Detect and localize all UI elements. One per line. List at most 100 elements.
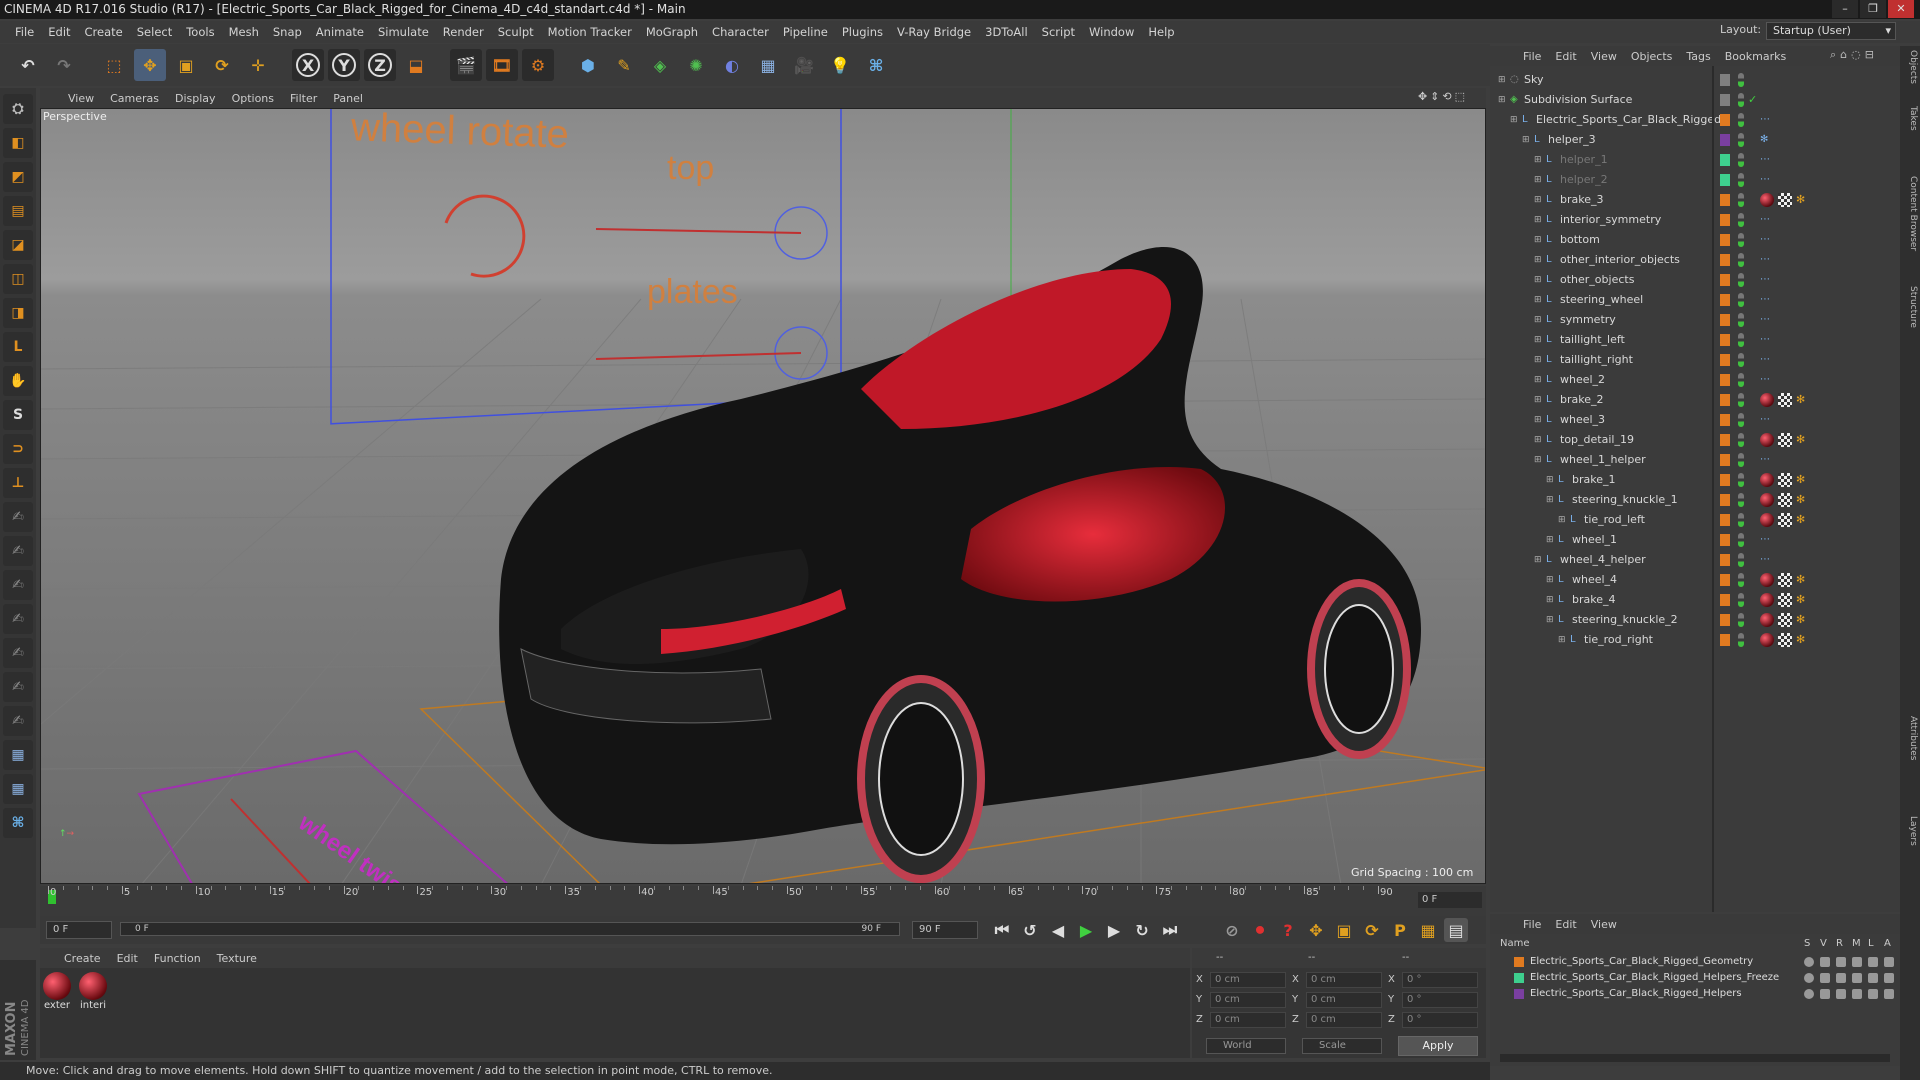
visibility-toggle-icon[interactable] xyxy=(1738,133,1744,147)
texture-tag-icon[interactable] xyxy=(1778,473,1792,487)
expand-toggle-icon[interactable]: ⊞ xyxy=(1558,630,1566,650)
visibility-toggle-icon[interactable] xyxy=(1738,213,1744,227)
camera-object-button[interactable]: 🎥 xyxy=(788,49,820,81)
subdivision-button[interactable]: ◈ xyxy=(644,49,676,81)
layer-color-swatch[interactable] xyxy=(1720,174,1730,186)
object-row[interactable]: ⊞ Ltaillight_right ⋯ xyxy=(1490,350,1900,370)
sculpt-smooth-icon[interactable]: ✍ xyxy=(3,570,33,600)
visibility-toggle-icon[interactable] xyxy=(1738,413,1744,427)
object-row[interactable]: ⊞ Lbrake_2 ✻ xyxy=(1490,390,1900,410)
layer-menu-view[interactable]: View xyxy=(1584,918,1624,931)
visibility-toggle-icon[interactable] xyxy=(1738,73,1744,87)
texture-tag-icon[interactable] xyxy=(1778,193,1792,207)
sculpt-pinch-icon[interactable]: ✍ xyxy=(3,672,33,702)
edges-mode-icon[interactable]: ◫ xyxy=(3,264,33,294)
layer-color-swatch[interactable] xyxy=(1720,254,1730,266)
object-row[interactable]: ⊞ Lbrake_1 ✻ xyxy=(1490,470,1900,490)
object-row[interactable]: ⊞ ◌ Sky xyxy=(1490,70,1900,90)
viewport-menu-display[interactable]: Display xyxy=(167,92,224,105)
protection-tag-icon[interactable]: ✻ xyxy=(1796,630,1805,650)
object-row[interactable]: ⊞ Lhelper_2 ⋯ xyxy=(1490,170,1900,190)
tag-icon[interactable]: ⋯ xyxy=(1760,290,1770,310)
menu-pipeline[interactable]: Pipeline xyxy=(776,25,835,39)
texture-tag-icon[interactable] xyxy=(1778,513,1792,527)
texture-tag-icon[interactable] xyxy=(1778,633,1792,647)
scale-tool-button[interactable]: ▣ xyxy=(170,49,202,81)
make-editable-icon[interactable]: ⛭ xyxy=(3,94,33,124)
material-tag-icon[interactable] xyxy=(1760,573,1774,587)
menu-simulate[interactable]: Simulate xyxy=(371,25,436,39)
object-row[interactable]: ⊞ Lhelper_1 ⋯ xyxy=(1490,150,1900,170)
material-swatch[interactable]: exter xyxy=(42,972,72,1011)
key-pla-button[interactable]: ▦ xyxy=(1416,918,1440,942)
x-axis-button[interactable]: X xyxy=(292,49,324,81)
expand-toggle-icon[interactable]: ⊞ xyxy=(1534,150,1542,170)
key-scale-button[interactable]: ▣ xyxy=(1332,918,1356,942)
view-toggle-icon[interactable] xyxy=(1820,957,1830,967)
grid-snap-icon[interactable]: ▦ xyxy=(3,740,33,770)
visibility-toggle-icon[interactable] xyxy=(1738,93,1744,107)
visibility-toggle-icon[interactable] xyxy=(1738,613,1744,627)
expand-toggle-icon[interactable]: ⊞ xyxy=(1534,210,1542,230)
coord-value-field[interactable]: 0 cm xyxy=(1210,972,1286,988)
layer-color-swatch[interactable] xyxy=(1514,989,1524,999)
go-to-end-button[interactable]: ⏭ xyxy=(1158,918,1182,942)
python-button[interactable]: ⌘ xyxy=(860,49,892,81)
python-icon[interactable]: ⌘ xyxy=(3,808,33,838)
layer-color-swatch[interactable] xyxy=(1720,94,1730,106)
cube-object-button[interactable]: ⬢ xyxy=(572,49,604,81)
protection-tag-icon[interactable]: ✻ xyxy=(1796,570,1805,590)
visibility-toggle-icon[interactable] xyxy=(1738,453,1744,467)
visibility-toggle-icon[interactable] xyxy=(1738,113,1744,127)
material-tag-icon[interactable] xyxy=(1760,633,1774,647)
material-tag-icon[interactable] xyxy=(1760,513,1774,527)
layer-color-swatch[interactable] xyxy=(1720,214,1730,226)
object-row[interactable]: ⊞ Lother_interior_objects ⋯ xyxy=(1490,250,1900,270)
material-swatch[interactable]: interi xyxy=(78,972,108,1011)
expand-toggle-icon[interactable]: ⊞ xyxy=(1498,70,1506,90)
object-row[interactable]: ⊞ Lwheel_2 ⋯ xyxy=(1490,370,1900,390)
menu-tools[interactable]: Tools xyxy=(179,25,221,39)
menu-file[interactable]: File xyxy=(8,25,41,39)
apply-button[interactable]: Apply xyxy=(1398,1036,1478,1056)
lock-toggle-icon[interactable] xyxy=(1868,973,1878,983)
render-settings-button[interactable]: ⚙ xyxy=(522,49,554,81)
viewport-3d[interactable]: Perspective wheel rotate top plates whee… xyxy=(40,108,1486,884)
material-menu-texture[interactable]: Texture xyxy=(209,952,265,965)
manager-toggle-icon[interactable] xyxy=(1852,973,1862,983)
layer-color-swatch[interactable] xyxy=(1720,434,1730,446)
tag-icon[interactable]: ⋯ xyxy=(1760,530,1770,550)
expand-toggle-icon[interactable]: ⊞ xyxy=(1534,230,1542,250)
protection-tag-icon[interactable]: ✻ xyxy=(1796,430,1805,450)
viewport-menu-panel[interactable]: Panel xyxy=(325,92,371,105)
menu-motion-tracker[interactable]: Motion Tracker xyxy=(541,25,639,39)
object-row[interactable]: ⊞ Lbottom ⋯ xyxy=(1490,230,1900,250)
start-frame-field[interactable]: 0 F xyxy=(46,921,112,939)
menu-sculpt[interactable]: Sculpt xyxy=(491,25,541,39)
protection-tag-icon[interactable]: ✻ xyxy=(1796,610,1805,630)
visibility-toggle-icon[interactable] xyxy=(1738,313,1744,327)
visibility-toggle-icon[interactable] xyxy=(1738,273,1744,287)
camera-label[interactable]: Perspective xyxy=(43,110,107,123)
object-row[interactable]: ⊞ Lsteering_knuckle_2 ✻ xyxy=(1490,610,1900,630)
light-object-button[interactable]: 💡 xyxy=(824,49,856,81)
sculpt-inflate-icon[interactable]: ✍ xyxy=(3,638,33,668)
animation-toggle-icon[interactable] xyxy=(1884,957,1894,967)
grid-snap-2-icon[interactable]: ▦ xyxy=(3,774,33,804)
tag-icon[interactable]: ✻ xyxy=(1760,130,1768,150)
tag-icon[interactable]: ⋯ xyxy=(1760,330,1770,350)
visibility-toggle-icon[interactable] xyxy=(1738,493,1744,507)
lock-toggle-icon[interactable] xyxy=(1868,989,1878,999)
object-row[interactable]: ⊞ Lsteering_knuckle_1 ✻ xyxy=(1490,490,1900,510)
axis-mode-icon[interactable]: L xyxy=(3,332,33,362)
tweak-icon[interactable]: ✋ xyxy=(3,366,33,396)
visibility-toggle-icon[interactable] xyxy=(1738,433,1744,447)
coord-space-select[interactable]: World xyxy=(1206,1038,1286,1054)
object-column-divider[interactable] xyxy=(1712,66,1714,912)
layer-color-swatch[interactable] xyxy=(1720,334,1730,346)
expand-toggle-icon[interactable]: ⊞ xyxy=(1534,350,1542,370)
next-key-button[interactable]: ↻ xyxy=(1130,918,1154,942)
tag-icon[interactable]: ⋯ xyxy=(1760,150,1770,170)
visibility-toggle-icon[interactable] xyxy=(1738,293,1744,307)
layer-color-swatch[interactable] xyxy=(1720,634,1730,646)
